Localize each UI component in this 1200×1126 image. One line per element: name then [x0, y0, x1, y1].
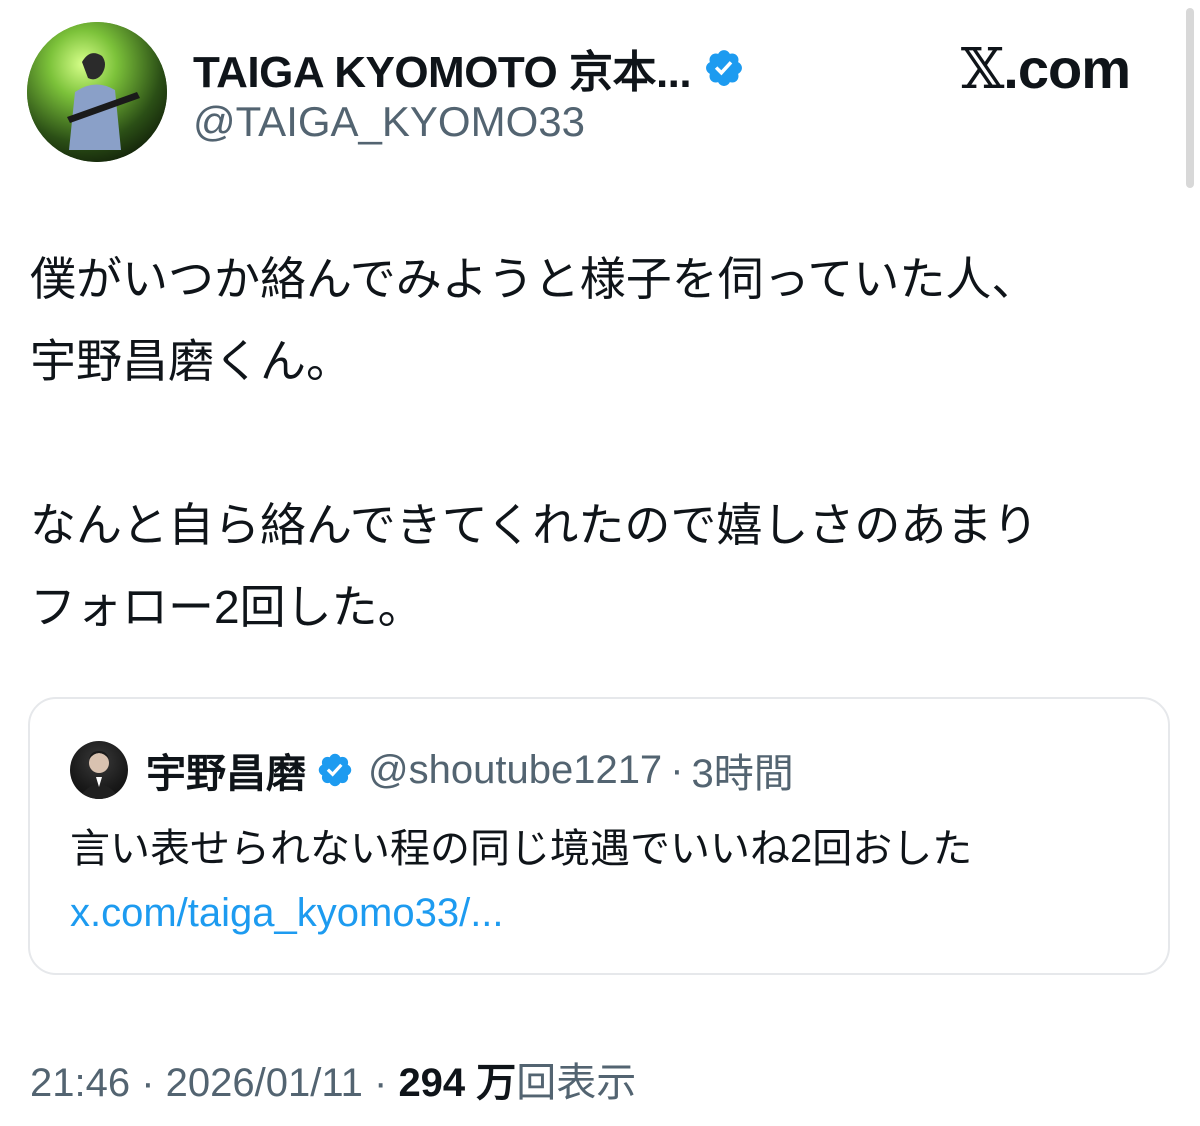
author-handle[interactable]: @TAIGA_KYOMO33 [193, 98, 585, 146]
views-label: 回表示 [516, 1061, 637, 1105]
author-display-name[interactable]: TAIGA KYOMOTO 京本... [193, 36, 745, 100]
quoted-tweet-link[interactable]: x.com/taiga_kyomo33/... [70, 883, 504, 943]
tweet-line: フォロー2回した。 [30, 581, 424, 633]
author-name-text[interactable]: TAIGA KYOMOTO 京本... [193, 36, 692, 100]
author-avatar[interactable] [27, 22, 167, 162]
tweet-text: 僕がいつか絡んでみようと様子を伺っていた人、 宇野昌磨くん。 なんと自ら絡んでき… [30, 238, 1170, 648]
tweet-line: なんと自ら絡んできてくれたので嬉しさのあまり [30, 499, 1039, 551]
quoted-author-handle[interactable]: @shoutube1217 [368, 748, 662, 793]
tweet-time[interactable]: 21:46 [30, 1061, 130, 1105]
x-logo-icon: 𝕏 [960, 37, 1004, 102]
tweet-date[interactable]: 2026/01/11 [166, 1061, 363, 1105]
verified-badge-icon [318, 753, 352, 787]
quoted-tweet-header: 宇野昌磨 @shoutube1217 · 3時間 [70, 741, 794, 799]
quoted-separator: · [670, 747, 684, 792]
quoted-tweet-card[interactable]: 宇野昌磨 @shoutube1217 · 3時間 言い表せられない程の同じ境遇で… [28, 697, 1170, 975]
x-com-logo: 𝕏.com [960, 36, 1131, 102]
quoted-author-name[interactable]: 宇野昌磨 [146, 741, 306, 799]
views-count: 294 万 [398, 1061, 517, 1105]
tweet-line: 僕がいつか絡んでみようと様子を伺っていた人、 [30, 253, 1038, 305]
quoted-avatar-photo [78, 751, 120, 799]
quoted-tweet-body: 言い表せられない程の同じ境遇でいいね2回おした [70, 827, 973, 871]
avatar-photo [27, 22, 167, 162]
tweet-metadata: 21:46 · 2026/01/11 · 294 万回表示 [30, 1050, 636, 1108]
quoted-timestamp[interactable]: 3時間 [692, 741, 794, 799]
meta-separator: · [130, 1061, 166, 1105]
quoted-author-avatar[interactable] [70, 741, 128, 799]
x-logo-text: .com [1003, 37, 1131, 100]
tweet-line: 宇野昌磨くん。 [30, 335, 352, 387]
meta-separator: · [362, 1061, 399, 1105]
verified-badge-icon [706, 50, 743, 86]
scrollbar[interactable] [1186, 8, 1194, 188]
